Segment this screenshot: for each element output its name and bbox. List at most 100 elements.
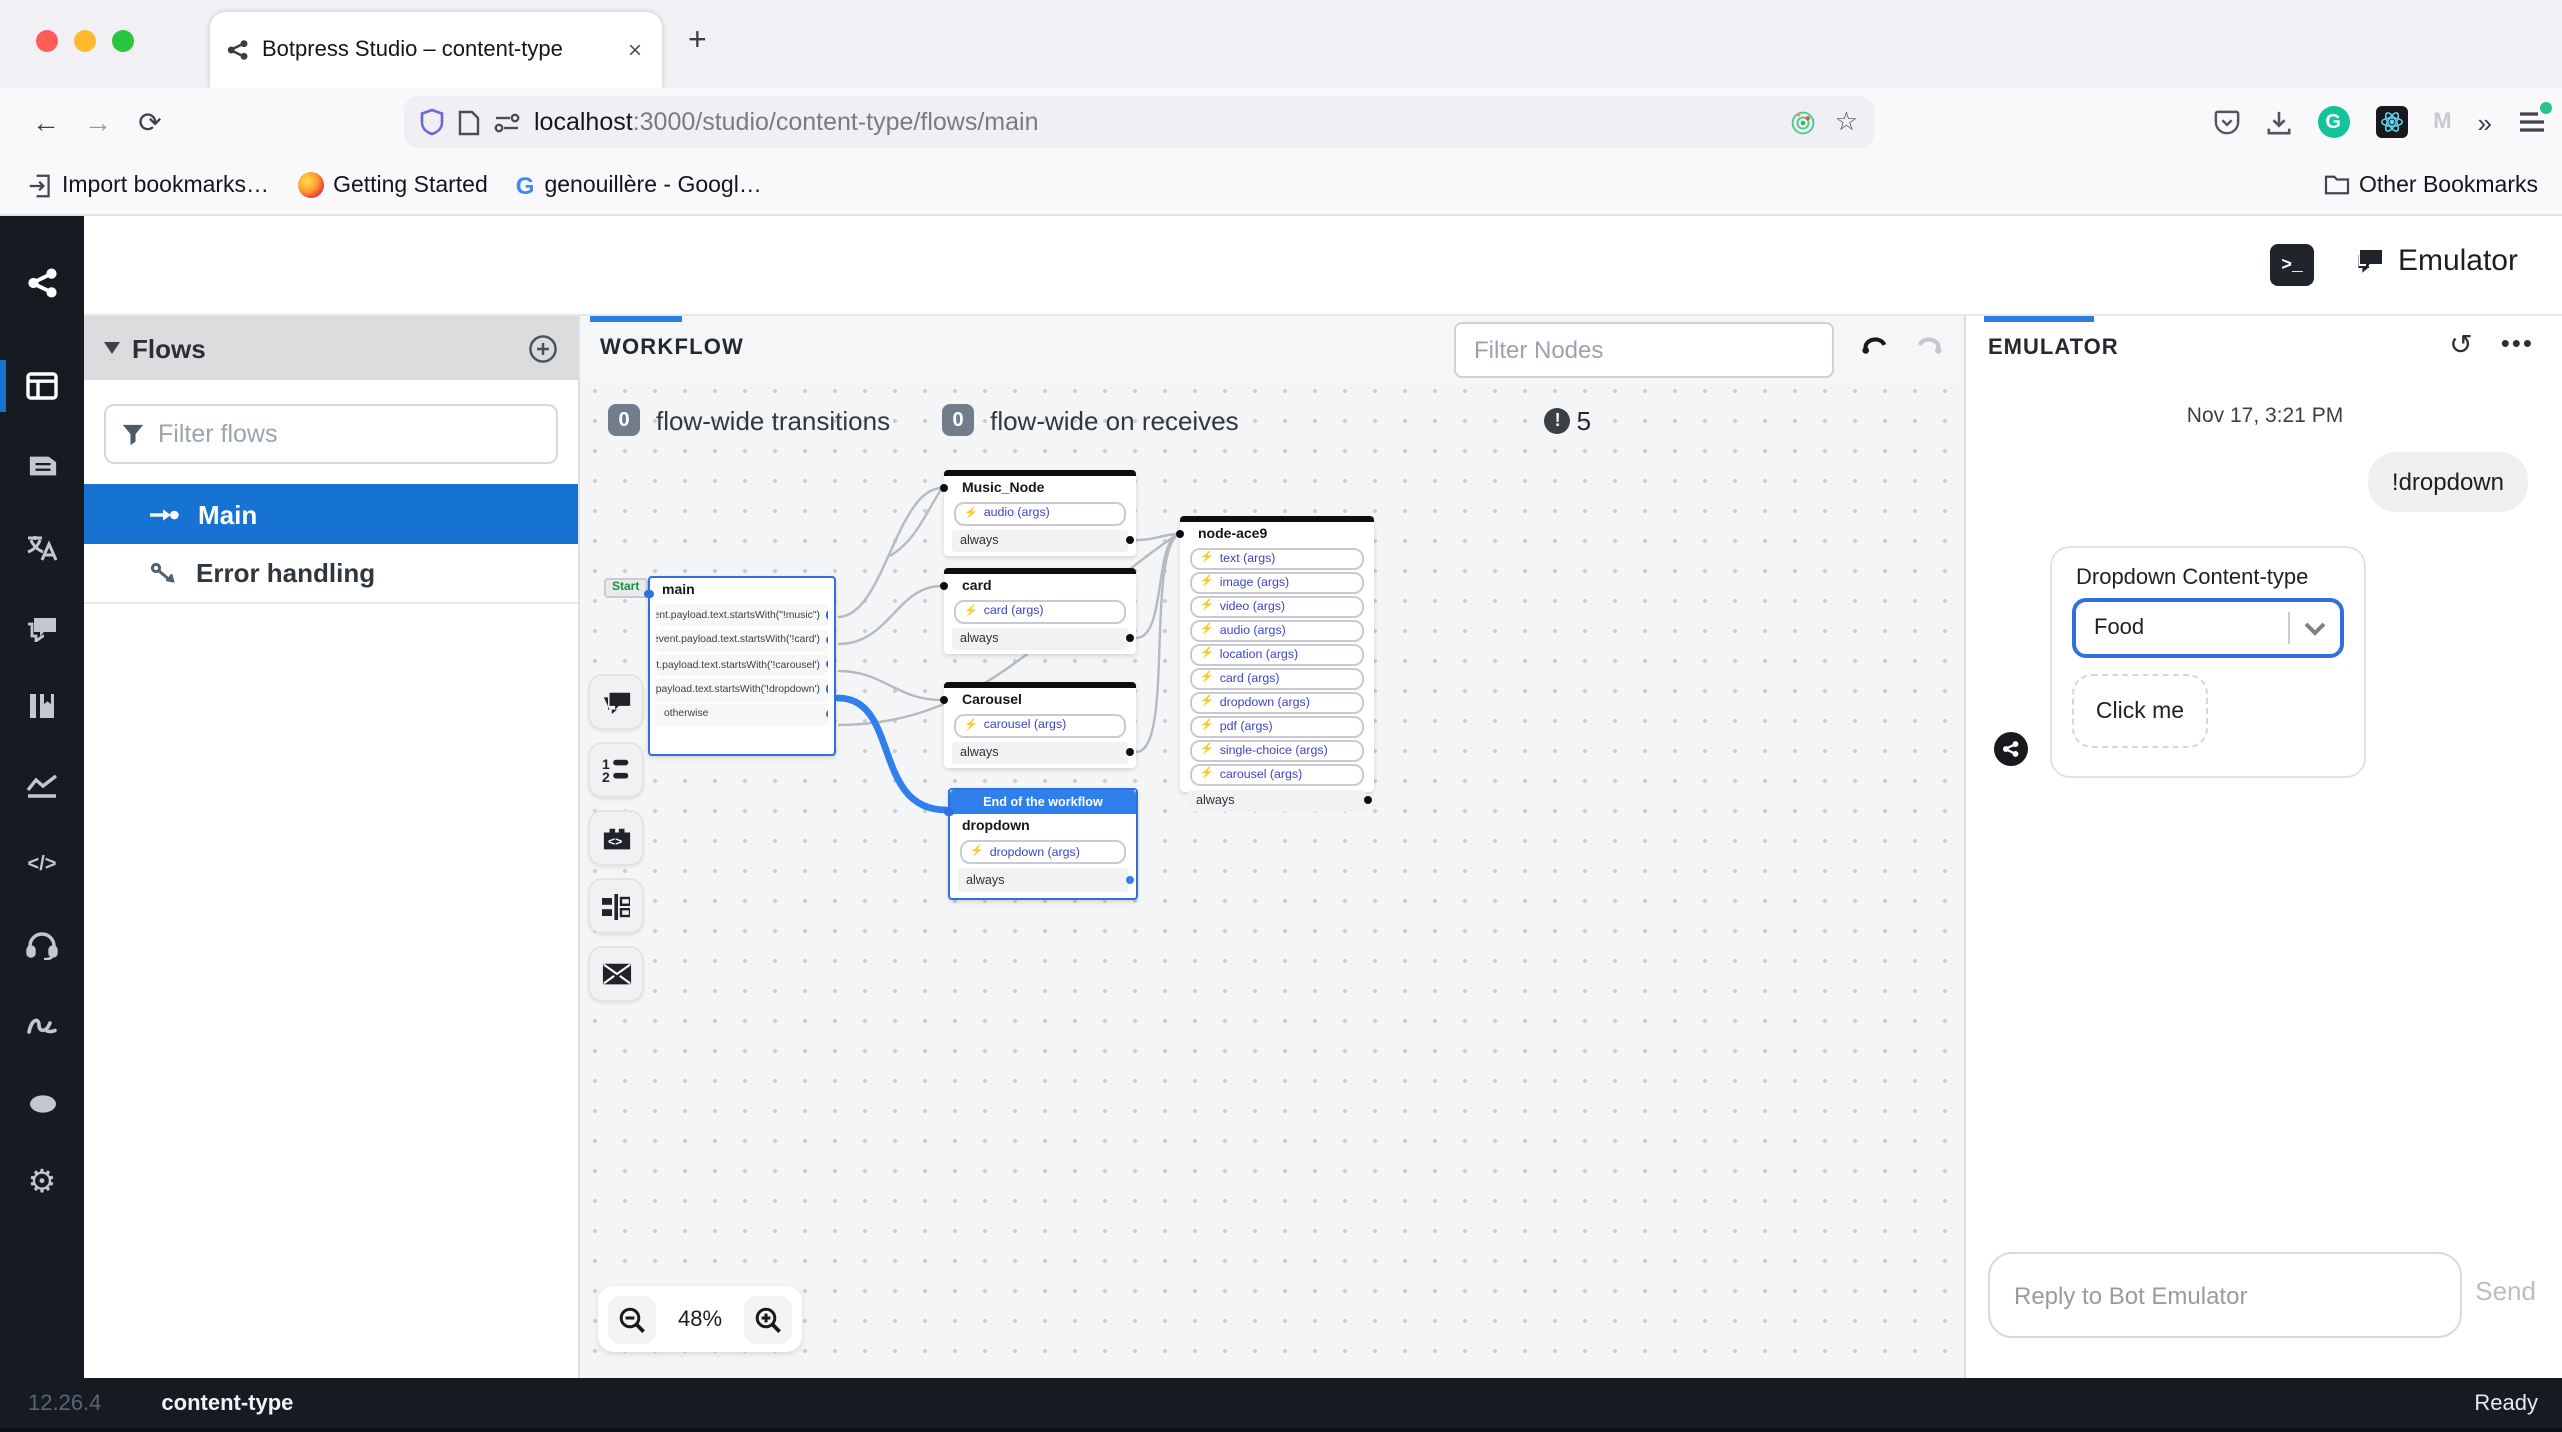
content-chip[interactable]: ⚡single-choice (args)	[1190, 739, 1364, 761]
problems-badge[interactable]: ! 5	[1545, 405, 1591, 435]
bookmark-star-icon[interactable]: ☆	[1835, 106, 1858, 138]
content-chip[interactable]: ⚡audio (args)	[954, 501, 1126, 525]
sidebar-item-error-handling-flow[interactable]: Error handling	[84, 544, 578, 604]
minimize-window-button[interactable]	[74, 30, 96, 52]
sidebar-item-settings-gear-icon[interactable]: ⚙	[0, 1152, 84, 1212]
sidebar-item-code[interactable]: </>	[0, 834, 84, 894]
out-port[interactable]	[1364, 796, 1372, 804]
transition-row[interactable]: event.payload.text.startsWith('!carousel…	[656, 654, 828, 676]
sidebar-item-oval[interactable]	[0, 1074, 84, 1134]
out-port[interactable]	[826, 610, 828, 619]
node-dropdown[interactable]: End of the workflow dropdown ⚡dropdown (…	[948, 788, 1138, 900]
workflow-canvas[interactable]: WORKFLOW 0 flow-wide transitions 0 flow-…	[580, 316, 1964, 1378]
sidebar-item-main-flow[interactable]: Main	[84, 484, 578, 544]
filter-nodes-field[interactable]	[1454, 322, 1834, 378]
transition-row[interactable]: otherwise	[656, 703, 828, 725]
grammarly-icon[interactable]: G	[2317, 106, 2349, 138]
flows-filter-input[interactable]	[158, 420, 498, 448]
content-chip[interactable]: ⚡text (args)	[1190, 547, 1364, 569]
debug-console-button[interactable]: >_	[2270, 244, 2314, 286]
content-chip[interactable]: ⚡dropdown (args)	[960, 840, 1126, 864]
content-chip[interactable]: ⚡card (args)	[954, 599, 1126, 623]
add-router-node-button[interactable]	[588, 878, 644, 934]
emulator-more-button[interactable]: •••	[2501, 328, 2534, 362]
react-devtools-icon[interactable]	[2375, 106, 2407, 138]
add-say-node-button[interactable]	[588, 674, 644, 730]
always-row[interactable]: always	[958, 869, 1128, 892]
undo-button[interactable]	[1860, 330, 1890, 356]
extension-shield-m-icon[interactable]: M	[2433, 110, 2451, 134]
out-port[interactable]	[1126, 634, 1134, 642]
out-port[interactable]	[826, 660, 828, 669]
out-port[interactable]	[826, 685, 828, 694]
node-main[interactable]: main event.payload.text.startsWith("!mus…	[648, 576, 836, 756]
node-music[interactable]: Music_Node ⚡audio (args) always	[944, 470, 1136, 556]
node-ace9[interactable]: node-ace9 ⚡text (args) ⚡image (args) ⚡vi…	[1180, 516, 1374, 792]
content-chip[interactable]: ⚡carousel (args)	[1190, 763, 1364, 785]
out-port[interactable]	[1126, 748, 1134, 756]
node-in-port[interactable]	[940, 582, 948, 590]
content-chip[interactable]: ⚡audio (args)	[1190, 619, 1364, 641]
reload-button[interactable]: ⟳	[124, 105, 176, 139]
pocket-icon[interactable]	[2213, 109, 2239, 135]
transition-row[interactable]: event.payload.text.startsWith("!music")	[656, 604, 828, 626]
app-menu-icon[interactable]	[2518, 110, 2546, 134]
other-bookmarks[interactable]: Other Bookmarks	[2323, 173, 2538, 197]
transitions-label[interactable]: flow-wide transitions	[656, 405, 890, 435]
sidebar-item-flows[interactable]	[0, 356, 84, 416]
zoom-out-button[interactable]	[608, 1295, 656, 1343]
browser-tab[interactable]: Botpress Studio – content-type ×	[210, 12, 662, 88]
collapsed-debugger-edge[interactable]	[0, 1428, 2562, 1432]
flows-panel-header[interactable]: Flows	[84, 316, 578, 380]
out-port[interactable]	[826, 635, 828, 644]
bookmark-genouillere[interactable]: G genouillère - Googl…	[516, 171, 762, 199]
forward-button[interactable]: →	[72, 106, 124, 138]
sidebar-item-translate[interactable]	[0, 518, 84, 578]
sidebar-item-misunderstood[interactable]	[0, 598, 84, 658]
always-row[interactable]: always	[952, 741, 1128, 764]
emulator-tab[interactable]: EMULATOR	[1988, 336, 2119, 360]
tracking-shield-icon[interactable]	[420, 108, 444, 136]
add-flow-button[interactable]	[528, 333, 558, 363]
out-port[interactable]	[826, 709, 828, 718]
content-chip[interactable]: ⚡location (args)	[1190, 643, 1364, 665]
reply-field[interactable]	[1988, 1252, 2462, 1338]
add-list-node-button[interactable]: 12	[588, 742, 644, 798]
dropdown-select[interactable]: Food	[2072, 598, 2344, 658]
back-button[interactable]: ←	[20, 106, 72, 138]
node-carousel[interactable]: Carousel ⚡carousel (args) always	[944, 682, 1136, 768]
always-row[interactable]: always	[1188, 789, 1366, 812]
content-chip[interactable]: ⚡dropdown (args)	[1190, 691, 1364, 713]
workflow-tab[interactable]: WORKFLOW	[600, 336, 744, 360]
bookmark-import[interactable]: Import bookmarks…	[28, 173, 269, 197]
reply-input[interactable]	[2014, 1281, 2436, 1309]
url-bar[interactable]: localhost:3000/studio/content-type/flows…	[404, 96, 1874, 148]
node-in-port[interactable]	[940, 696, 948, 704]
transition-row[interactable]: event.payload.text.startsWith('!card')	[656, 629, 828, 651]
always-row[interactable]: always	[952, 529, 1128, 552]
content-chip[interactable]: ⚡pdf (args)	[1190, 715, 1364, 737]
botpress-logo-icon[interactable]	[0, 252, 84, 312]
always-row[interactable]: always	[952, 627, 1128, 650]
page-info-icon[interactable]	[458, 109, 480, 135]
downloads-icon[interactable]	[2265, 109, 2291, 135]
transition-row[interactable]: event.payload.text.startsWith('!dropdown…	[656, 679, 828, 701]
filter-nodes-input[interactable]	[1474, 336, 1814, 364]
bot-name[interactable]: content-type	[161, 1391, 293, 1415]
content-chip[interactable]: ⚡video (args)	[1190, 595, 1364, 617]
sidebar-item-nlu[interactable]	[0, 994, 84, 1054]
new-tab-button[interactable]: +	[688, 24, 707, 60]
permissions-icon[interactable]	[494, 111, 520, 133]
node-card[interactable]: card ⚡card (args) always	[944, 568, 1136, 654]
zoom-window-button[interactable]	[112, 30, 134, 52]
reset-conversation-button[interactable]: ↺	[2449, 328, 2472, 362]
tab-close-icon[interactable]: ×	[624, 36, 646, 64]
redo-button[interactable]	[1914, 330, 1944, 356]
sidebar-item-hitl[interactable]	[0, 914, 84, 974]
add-code-node-button[interactable]: <>	[588, 810, 644, 866]
click-me-button[interactable]: Click me	[2072, 674, 2208, 748]
sidebar-item-content[interactable]	[0, 436, 84, 496]
receives-label[interactable]: flow-wide on receives	[990, 405, 1239, 435]
emulator-toggle-button[interactable]: Emulator	[2352, 244, 2518, 278]
out-port[interactable]	[1126, 536, 1134, 544]
